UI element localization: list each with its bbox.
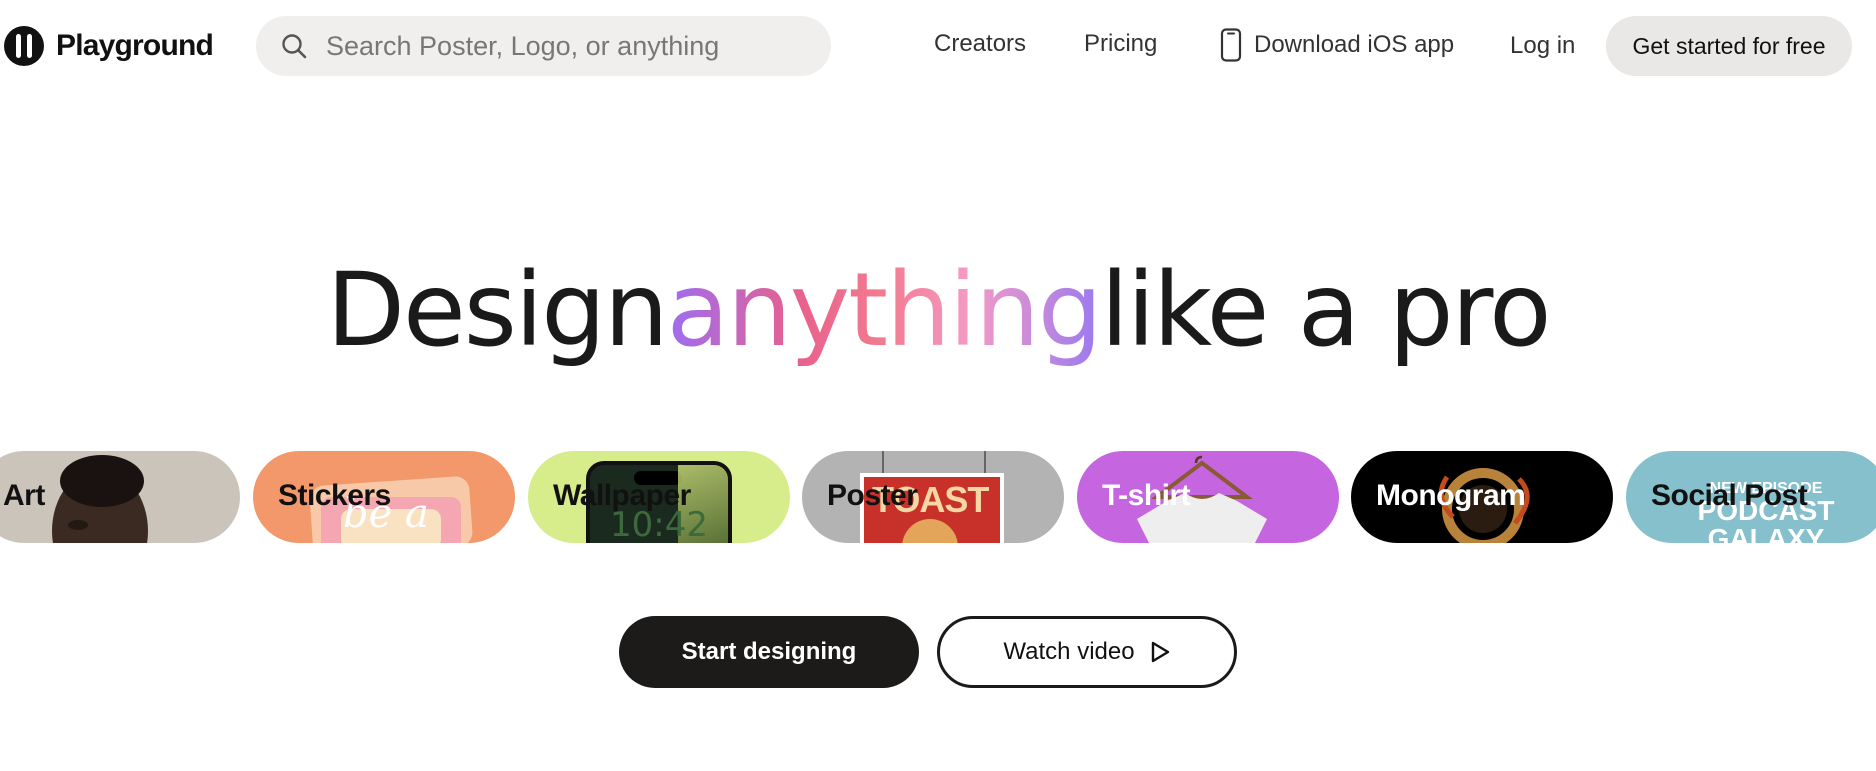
category-label: Monogram (1376, 479, 1526, 512)
category-pill-social-post[interactable]: NEW EPISODE PODCAST GALAXY Social Post (1626, 451, 1876, 543)
nav-download-ios[interactable]: Download iOS app (1220, 28, 1454, 62)
nav-download-ios-label: Download iOS app (1254, 31, 1455, 58)
category-label: Poster (827, 479, 918, 512)
category-pill-wallpaper[interactable]: 10:42 Wallpaper (528, 451, 790, 543)
category-label: T-shirt (1102, 479, 1191, 512)
category-label: Art (3, 479, 45, 512)
hero-text-design: Design (326, 251, 668, 370)
nav-pricing[interactable]: Pricing (1084, 30, 1157, 58)
hero-text-anything: anything (666, 251, 1103, 370)
watch-video-button[interactable]: Watch video (937, 616, 1237, 688)
hero-text-like-a-pro: like a pro (1100, 251, 1552, 370)
social-post-line3: GALAXY (1707, 523, 1825, 544)
category-label: Stickers (278, 479, 391, 512)
category-label: Wallpaper (553, 479, 691, 512)
category-pill-monogram[interactable]: Monogram (1351, 451, 1613, 543)
search-icon (282, 34, 307, 59)
category-pill-art[interactable]: Art (0, 451, 240, 543)
nav-login[interactable]: Log in (1510, 32, 1575, 60)
brand-logo[interactable]: Playground (2, 24, 214, 68)
start-designing-button[interactable]: Start designing (619, 616, 919, 688)
hero-heading: Designanythinglike a pro (0, 254, 1876, 367)
nav-creators[interactable]: Creators (934, 30, 1026, 58)
category-pill-tshirt[interactable]: T-shirt (1077, 451, 1339, 543)
poster-hang-lines (882, 451, 986, 473)
category-pills: Art be a Stickers 10:42 Wallpaper TOAST … (0, 451, 1876, 543)
phone-icon (1220, 28, 1242, 62)
watch-video-label: Watch video (1003, 638, 1135, 665)
brand-name: Playground (56, 29, 214, 62)
playground-logo-icon (4, 26, 44, 66)
art-portrait-image (52, 455, 148, 543)
category-pill-poster[interactable]: TOAST Poster (802, 451, 1064, 543)
search-input[interactable] (326, 30, 806, 62)
play-icon (1151, 641, 1169, 663)
category-label: Social Post (1651, 479, 1808, 512)
category-pill-stickers[interactable]: be a Stickers (253, 451, 515, 543)
search-bar[interactable] (256, 16, 831, 76)
get-started-button[interactable]: Get started for free (1606, 16, 1852, 76)
